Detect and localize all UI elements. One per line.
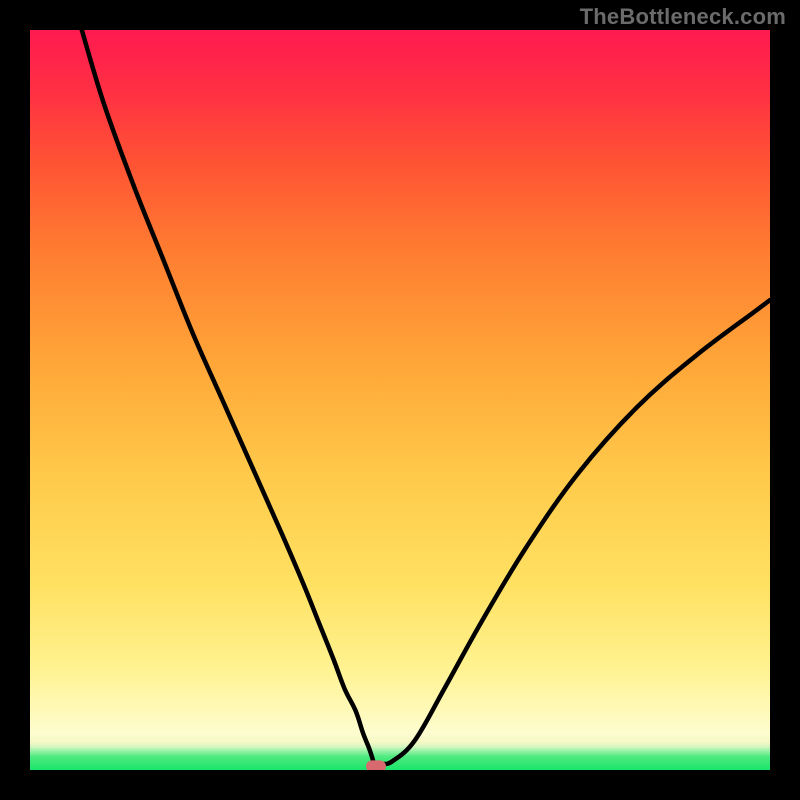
plot-area — [30, 30, 770, 770]
minimum-marker — [366, 760, 386, 770]
chart-frame: TheBottleneck.com — [0, 0, 800, 800]
curve-svg — [30, 30, 770, 770]
bottleneck-curve — [82, 30, 770, 765]
watermark-text: TheBottleneck.com — [580, 4, 786, 30]
